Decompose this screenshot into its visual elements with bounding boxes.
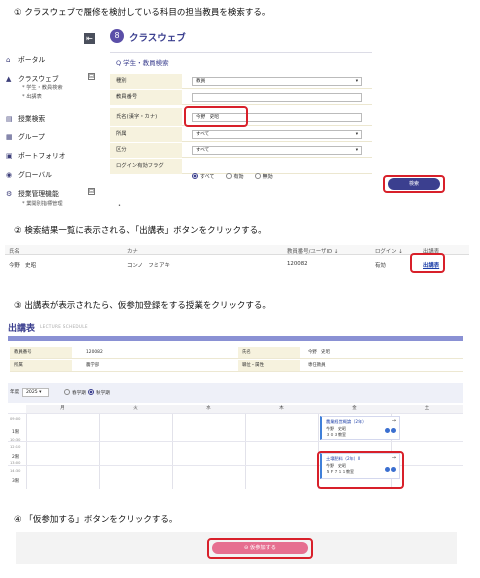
term-autumn-radio[interactable]: 秋学期	[88, 389, 110, 396]
step-4-caption: ④ 「仮参加する」ボタンをクリックする。	[14, 515, 178, 525]
home-icon: ⌂	[6, 56, 11, 64]
highlight-name-input	[184, 106, 248, 127]
chevron-down-icon: ▾	[355, 79, 358, 84]
form-row-teacher-number: 教員番号	[110, 90, 372, 105]
sidebar-item-portfolio[interactable]: ▣ ポートフォリオ	[6, 150, 66, 160]
step-2-caption: ② 検索結果一覧に表示される、「出講表」ボタンをクリックする。	[14, 226, 267, 236]
sidebar-item-global[interactable]: ◉ グローバル	[6, 169, 52, 179]
table-row: 今野 史昭 コンノ フミアキ 120082 有効 出講表	[9, 261, 440, 269]
sidebar-subitem-management[interactable]: * 業開別指標管理	[22, 200, 63, 207]
sidebar-item-course-search[interactable]: ▤ 授業検索	[6, 113, 45, 123]
classweb-header: 8 クラスウェブ	[102, 27, 472, 46]
form-row-affiliation: 所属 すべて ▾	[110, 127, 372, 142]
graduation-cap-icon: ▲	[6, 75, 12, 83]
gear-icon: ⚙	[6, 190, 13, 198]
type-select[interactable]: 教員 ▾	[192, 77, 362, 86]
chevron-down-icon: ▾	[355, 148, 358, 153]
chevron-down-icon: ▾	[355, 132, 358, 137]
schedule-header-bar	[8, 336, 463, 341]
classweb-title: クラスウェブ	[129, 33, 186, 44]
step-1-caption: ① クラスウェブで履修を検討している科目の担当教員を検索する。	[14, 8, 271, 18]
info-badge-icon	[391, 428, 396, 433]
year-select[interactable]: 2025 ▾	[22, 388, 49, 397]
sidebar: ⇤ ⌂ ポータル ▲ クラスウェブ ⊟ * 学生・教員検索 * 出講表 ▤ 授業検索 …	[0, 27, 98, 212]
highlight-tentative-button	[207, 538, 313, 559]
sidebar-subitem-student-teacher-search[interactable]: * 学生・教員検索	[22, 84, 63, 91]
highlight-target-class	[317, 451, 404, 489]
flag-valid-radio[interactable]: 有効	[225, 163, 250, 182]
collapse-sidebar-button[interactable]: ⇤	[84, 33, 95, 44]
schedule-title: 出講表	[8, 324, 36, 334]
management-collapse-toggle[interactable]: ⊟	[88, 188, 95, 195]
search-panel-title: Q 学生・教員検索	[116, 59, 169, 67]
category-select[interactable]: すべて ▾	[192, 146, 362, 155]
classweb-collapse-toggle[interactable]: ⊟	[88, 73, 95, 80]
portfolio-icon: ▣	[6, 152, 13, 160]
step-3-caption: ③ 出講表が表示されたら、仮参加登録をする授業をクリックする。	[14, 301, 271, 311]
sort-id-header[interactable]: 教員番号/ユーザID ↓	[287, 247, 338, 255]
schedule-subtitle: LECTURE SCHEDULE	[40, 324, 88, 329]
sidebar-item-classweb[interactable]: ▲ クラスウェブ	[6, 73, 59, 83]
class-card[interactable]: 農業経営概論（2年） → 今野 史昭 ３０３教室	[320, 416, 400, 440]
book-icon: ▤	[6, 115, 13, 123]
sort-login-header[interactable]: ログイン ↓	[375, 247, 403, 255]
sidebar-item-course-management[interactable]: ⚙ 授業管理機能	[6, 188, 59, 198]
teacher-number-input[interactable]	[192, 93, 362, 102]
year-term-bar: 年度 2025 ▾ 春学期 秋学期	[8, 383, 463, 403]
term-spring-radio[interactable]: 春学期	[64, 389, 86, 396]
classweb-logo-icon: 8	[110, 29, 124, 43]
highlight-schedule-link	[410, 253, 445, 273]
more-indicator: •	[118, 203, 121, 209]
results-table: 氏名 カナ 教員番号/ユーザID ↓ ログイン ↓ 出講表 今野 史昭 コンノ …	[5, 245, 469, 275]
flag-all-radio[interactable]: すべて	[192, 163, 220, 182]
group-icon: ▦	[6, 133, 13, 141]
affiliation-select[interactable]: すべて ▾	[192, 130, 362, 139]
search-panel: Q 学生・教員検索 種別 教員 ▾ 教員番号 氏名(漢字・カナ) 今野 史昭 所属…	[110, 52, 372, 210]
form-row-type: 種別 教員 ▾	[110, 74, 372, 89]
globe-icon: ◉	[6, 171, 13, 179]
highlight-search-button	[383, 175, 445, 193]
info-badge-icon	[385, 428, 390, 433]
results-header-row: 氏名 カナ 教員番号/ユーザID ↓ ログイン ↓ 出講表	[5, 245, 469, 255]
sidebar-item-group[interactable]: ▦ グループ	[6, 131, 45, 141]
sidebar-item-portal[interactable]: ⌂ ポータル	[6, 54, 45, 64]
flag-invalid-radio[interactable]: 無効	[254, 163, 279, 182]
teacher-info: 教員番号 120082 氏名 今野 史昭 所属 農学部 職位・属性 専任教員	[10, 347, 463, 375]
form-row-login-flag: ログイン有効フラグ すべて 有効 無効	[110, 159, 372, 180]
sidebar-subitem-lecture-schedule[interactable]: * 出講表	[22, 93, 42, 100]
form-row-category: 区分 すべて ▾	[110, 143, 372, 158]
